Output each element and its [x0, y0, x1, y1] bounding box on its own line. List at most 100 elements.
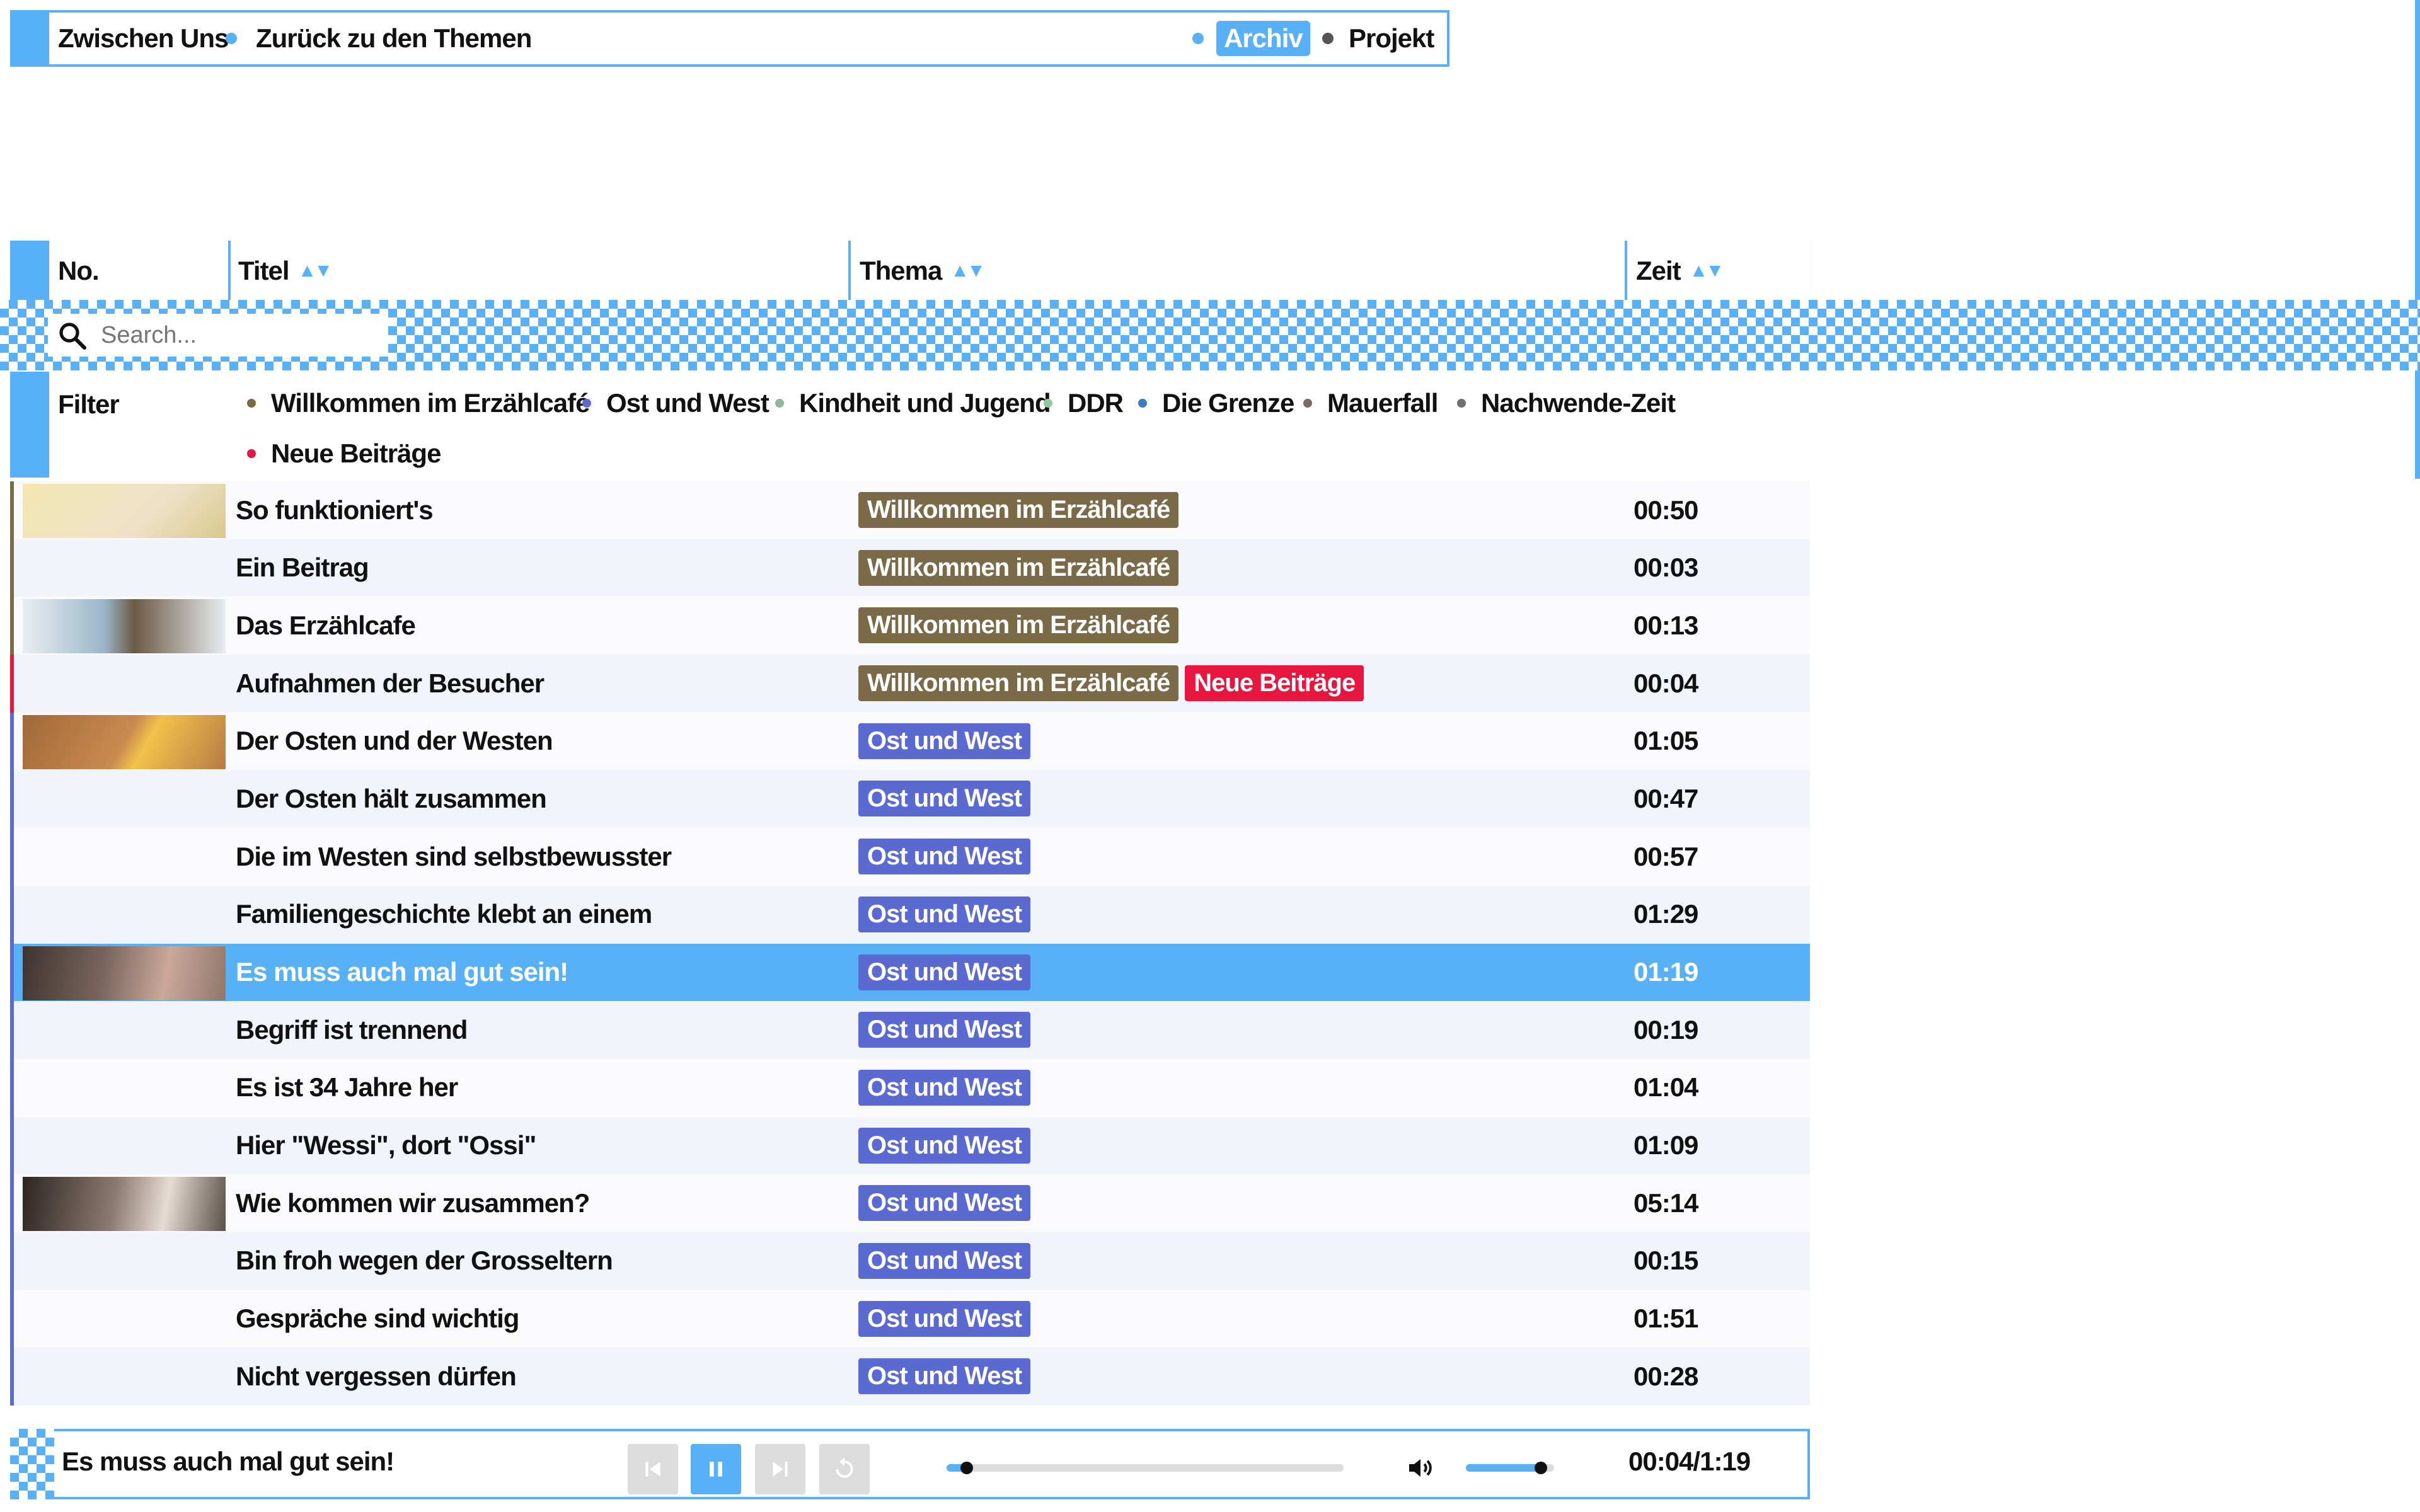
- table-row[interactable]: Nicht vergessen dürfen Ost und West 00:28: [10, 1348, 1810, 1406]
- scroll-indicator[interactable]: [2415, 0, 2420, 479]
- volume-handle[interactable]: [1535, 1462, 1547, 1474]
- theme-tag[interactable]: Ost und West: [858, 723, 1031, 759]
- row-theme-stripe: [10, 712, 14, 770]
- table-row[interactable]: Aufnahmen der Besucher Willkommen im Erzä…: [10, 655, 1810, 713]
- theme-tag[interactable]: Willkommen im Erzählcafé: [858, 549, 1179, 586]
- row-title[interactable]: Bin froh wegen der Grosseltern: [236, 1232, 613, 1290]
- row-title[interactable]: Es ist 34 Jahre her: [236, 1059, 458, 1116]
- filter-chip-willkommen[interactable]: Willkommen im Erzählcafé: [247, 388, 590, 418]
- brand-link[interactable]: Zwischen Uns: [58, 23, 229, 54]
- filter-accent-bar: [10, 372, 49, 478]
- row-title[interactable]: Ein Beitrag: [236, 539, 369, 597]
- column-header-thema[interactable]: Thema ▲▼: [860, 241, 986, 301]
- theme-tag[interactable]: Ost und West: [858, 896, 1031, 932]
- table-row[interactable]: Der Osten hält zusammen Ost und West 00:47: [10, 770, 1810, 828]
- filter-chip-nachwende[interactable]: Nachwende-Zeit: [1457, 388, 1676, 418]
- table-row[interactable]: Der Osten und der Westen Ost und West 01:0…: [10, 712, 1810, 770]
- theme-tag[interactable]: Ost und West: [858, 1242, 1031, 1279]
- next-button[interactable]: [755, 1444, 805, 1494]
- table-row[interactable]: Gespräche sind wichtig Ost und West 01:51: [10, 1290, 1810, 1348]
- progress-handle[interactable]: [960, 1462, 973, 1474]
- table-row[interactable]: Familiengeschichte klebt an einem Ost und…: [10, 885, 1810, 944]
- theme-tag[interactable]: Willkommen im Erzählcafé: [858, 665, 1179, 702]
- row-title[interactable]: Der Osten hält zusammen: [236, 770, 547, 827]
- skip-previous-icon: [645, 1462, 660, 1477]
- theme-tag[interactable]: Willkommen im Erzählcafé: [858, 492, 1179, 528]
- sort-icon[interactable]: ▲▼: [298, 260, 333, 282]
- row-theme-stripe: [10, 1116, 14, 1175]
- sort-icon[interactable]: ▲▼: [1690, 260, 1724, 282]
- table-row[interactable]: Es ist 34 Jahre her Ost und West 01:04: [10, 1058, 1810, 1117]
- row-tags: Ost und West: [858, 1174, 1037, 1232]
- pause-icon: [710, 1462, 722, 1477]
- nav-accent-bar: [10, 10, 49, 67]
- table-row[interactable]: Bin froh wegen der Grosseltern Ost und We…: [10, 1232, 1810, 1290]
- theme-tag[interactable]: Ost und West: [858, 1300, 1031, 1337]
- row-duration: 01:05: [1634, 726, 1698, 756]
- row-duration: 00:28: [1634, 1361, 1698, 1391]
- theme-tag[interactable]: Ost und West: [858, 1012, 1031, 1048]
- theme-tag[interactable]: Ost und West: [858, 1069, 1031, 1106]
- row-title[interactable]: Begriff ist trennend: [236, 1001, 468, 1058]
- column-header-titel[interactable]: Titel ▲▼: [238, 241, 333, 301]
- theme-tag[interactable]: Neue Beiträge: [1185, 665, 1364, 702]
- row-title[interactable]: Die im Westen sind selbstbewusster: [236, 828, 672, 885]
- row-tags: Ost und West: [858, 1348, 1037, 1405]
- row-tags: Ost und West: [858, 1117, 1037, 1174]
- row-title[interactable]: Aufnahmen der Besucher: [236, 655, 544, 712]
- table-row[interactable]: Hier "Wessi", dort "Ossi" Ost und West 01:…: [10, 1116, 1810, 1175]
- theme-tag[interactable]: Ost und West: [858, 1127, 1031, 1164]
- pause-button[interactable]: [691, 1444, 741, 1494]
- nav-dot: [226, 33, 237, 44]
- row-title[interactable]: Der Osten und der Westen: [236, 713, 553, 770]
- row-duration: 01:09: [1634, 1130, 1698, 1160]
- filter-chip-grenze[interactable]: Die Grenze: [1138, 388, 1294, 418]
- replay-button[interactable]: [819, 1444, 870, 1494]
- player-accent-bar: [10, 1429, 54, 1499]
- search-input[interactable]: [100, 321, 367, 350]
- column-header-zeit[interactable]: Zeit ▲▼: [1636, 241, 1724, 301]
- filter-chip-mauerfall[interactable]: Mauerfall: [1303, 388, 1438, 418]
- previous-button[interactable]: [628, 1444, 678, 1494]
- now-playing-title: Es muss auch mal gut sein!: [62, 1446, 395, 1476]
- row-theme-stripe: [10, 1232, 14, 1290]
- row-title[interactable]: Gespräche sind wichtig: [236, 1290, 519, 1348]
- row-theme-stripe: [10, 1174, 14, 1232]
- table-row[interactable]: Begriff ist trennend Ost und West 00:19: [10, 1001, 1810, 1059]
- theme-tag[interactable]: Ost und West: [858, 781, 1031, 817]
- row-title[interactable]: Wie kommen wir zusammen?: [236, 1174, 590, 1232]
- search-box: [48, 314, 388, 357]
- volume-icon[interactable]: [1405, 1453, 1436, 1483]
- table-row[interactable]: So funktioniert's Willkommen im Erzählcaf…: [10, 481, 1810, 539]
- table-row[interactable]: Es muss auch mal gut sein! Ost und West 01…: [10, 943, 1810, 1002]
- back-to-topics-link[interactable]: Zurück zu den Themen: [256, 23, 532, 54]
- row-duration: 00:03: [1634, 553, 1698, 583]
- sort-icon[interactable]: ▲▼: [950, 260, 985, 282]
- table-row[interactable]: Das Erzählcafe Willkommen im Erzählcafé 00…: [10, 597, 1810, 655]
- projekt-link[interactable]: Projekt: [1349, 23, 1434, 54]
- filter-chip-ddr[interactable]: DDR: [1044, 388, 1124, 418]
- header-accent-bar: [10, 241, 49, 301]
- filter-chip-ostwest[interactable]: Ost und West: [582, 388, 769, 418]
- theme-tag[interactable]: Ost und West: [858, 1185, 1031, 1222]
- theme-tag[interactable]: Ost und West: [858, 954, 1031, 990]
- row-duration: 01:51: [1634, 1303, 1698, 1334]
- theme-tag[interactable]: Ost und West: [858, 839, 1031, 875]
- progress-track[interactable]: [947, 1462, 1344, 1474]
- table-row[interactable]: Wie kommen wir zusammen? Ost und West 05:1…: [10, 1174, 1810, 1232]
- row-title[interactable]: Familiengeschichte klebt an einem: [236, 886, 652, 943]
- table-row[interactable]: Ein Beitrag Willkommen im Erzählcafé 00:03: [10, 539, 1810, 597]
- volume-track[interactable]: [1466, 1462, 1554, 1474]
- theme-tag[interactable]: Willkommen im Erzählcafé: [858, 607, 1179, 644]
- table-row[interactable]: Die im Westen sind selbstbewusster Ost un…: [10, 828, 1810, 886]
- archive-list: So funktioniert's Willkommen im Erzählcaf…: [10, 481, 1810, 1406]
- row-title[interactable]: Das Erzählcafe: [236, 597, 416, 654]
- row-title[interactable]: Es muss auch mal gut sein!: [236, 944, 568, 1001]
- filter-chip-neu[interactable]: Neue Beiträge: [247, 438, 441, 469]
- filter-chip-kindheit[interactable]: Kindheit und Jugend: [775, 388, 1051, 418]
- row-title[interactable]: Hier "Wessi", dort "Ossi": [236, 1117, 536, 1174]
- theme-tag[interactable]: Ost und West: [858, 1358, 1031, 1395]
- row-title[interactable]: So funktioniert's: [236, 481, 434, 539]
- archiv-link[interactable]: Archiv: [1216, 21, 1310, 56]
- row-title[interactable]: Nicht vergessen dürfen: [236, 1348, 517, 1405]
